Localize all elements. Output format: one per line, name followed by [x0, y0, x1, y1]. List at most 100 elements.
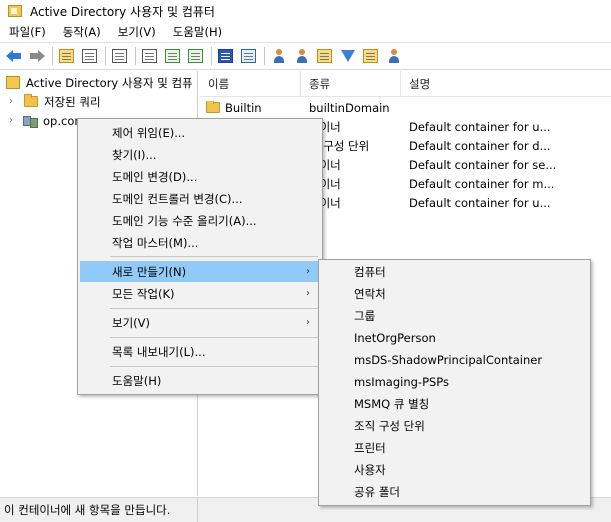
- title-bar: Active Directory 사용자 및 컴퓨터: [0, 0, 611, 22]
- menu-item-change-dc[interactable]: 도메인 컨트롤러 변경(C)...: [80, 188, 320, 209]
- menu-item-label: 찾기(I)...: [112, 147, 157, 162]
- submenu-item-label: msDS-ShadowPrincipalContainer: [354, 353, 543, 367]
- new-ou-button[interactable]: [315, 47, 334, 66]
- column-type[interactable]: 종류: [301, 71, 401, 97]
- menu-item-label: 보기(V): [112, 315, 150, 330]
- back-button[interactable]: [4, 47, 23, 66]
- up-button[interactable]: [57, 47, 76, 66]
- submenu-item-msmq-alias[interactable]: MSMQ 큐 별칭: [321, 393, 588, 415]
- menu-item-label: 목록 내보내기(L)...: [112, 344, 206, 359]
- menu-help[interactable]: 도움말(H): [164, 24, 230, 40]
- new-user-button[interactable]: [269, 47, 288, 66]
- submenu-item-computer[interactable]: 컴퓨터: [321, 261, 588, 283]
- menu-item-view[interactable]: 보기(V) ›: [80, 312, 320, 333]
- copy-button[interactable]: [110, 47, 129, 66]
- up-icon: [59, 49, 74, 63]
- help-button[interactable]: [216, 47, 235, 66]
- copy-icon: [112, 49, 127, 63]
- menu-item-label: 도메인 컨트롤러 변경(C)...: [112, 191, 243, 206]
- column-name[interactable]: 이름: [200, 71, 301, 97]
- properties-button[interactable]: [140, 47, 159, 66]
- submenu-item-label: 공유 폴더: [354, 485, 400, 499]
- tree-item-saved-queries[interactable]: › 저장된 쿼리: [6, 92, 101, 111]
- forward-button[interactable]: [27, 47, 46, 66]
- submenu-item-shadow-principal-container[interactable]: msDS-ShadowPrincipalContainer: [321, 349, 588, 371]
- submenu-item-group[interactable]: 그룹: [321, 305, 588, 327]
- menu-item-operations-masters[interactable]: 작업 마스터(M)...: [80, 232, 320, 253]
- submenu-item-ou[interactable]: 조직 구성 단위: [321, 415, 588, 437]
- submenu-item-shared-folder[interactable]: 공유 폴더: [321, 481, 588, 503]
- menu-item-raise-functional-level[interactable]: 도메인 기능 수준 올리기(A)...: [80, 210, 320, 231]
- domain-icon: [22, 115, 38, 128]
- menu-action[interactable]: 동작(A): [54, 24, 109, 40]
- window-title: Active Directory 사용자 및 컴퓨터: [30, 4, 215, 19]
- toolbar-separator: [211, 47, 212, 65]
- back-icon: [5, 50, 22, 62]
- tree-icon: [82, 49, 97, 63]
- status-text: 이 컨테이너에 새 항목을 만듭니다.: [4, 497, 198, 522]
- menu-item-export-list[interactable]: 목록 내보내기(L)...: [80, 341, 320, 362]
- submenu-item-msimaging-psps[interactable]: msImaging-PSPs: [321, 371, 588, 393]
- forward-icon: [29, 50, 45, 62]
- menu-item-label: 작업 마스터(M)...: [112, 235, 199, 250]
- tree-item-domain[interactable]: › op.com: [6, 111, 86, 130]
- menu-item-all-tasks[interactable]: 모든 작업(K) ›: [80, 283, 320, 304]
- submenu-item-label: MSMQ 큐 별칭: [354, 397, 430, 411]
- find-icon: [363, 49, 378, 63]
- toolbar-separator: [105, 47, 106, 65]
- menu-item-find[interactable]: 찾기(I)...: [80, 144, 320, 165]
- menu-item-label: 제어 위임(E)...: [112, 125, 186, 140]
- export-icon: [188, 49, 203, 63]
- list-item[interactable]: Builtin builtinDomain: [200, 98, 611, 117]
- context-menu: 제어 위임(E)... 찾기(I)... 도메인 변경(D)... 도메인 컨트…: [77, 118, 323, 395]
- submenu-item-user[interactable]: 사용자: [321, 459, 588, 481]
- tree-item-label: 저장된 쿼리: [44, 94, 101, 109]
- menu-item-delegate-control[interactable]: 제어 위임(E)...: [80, 122, 320, 143]
- chevron-right-icon: ›: [306, 317, 310, 328]
- item-description: Default container for u...: [409, 195, 551, 210]
- chevron-right-icon[interactable]: ›: [6, 96, 16, 107]
- menu-item-label: 도움말(H): [112, 373, 162, 388]
- users-icon: [272, 48, 286, 64]
- export-button[interactable]: [186, 47, 205, 66]
- find-button[interactable]: [361, 47, 380, 66]
- delegate-icon: [387, 48, 401, 64]
- filter-button[interactable]: [338, 47, 357, 66]
- folder-icon: [8, 5, 22, 17]
- submenu-item-label: 컴퓨터: [354, 265, 386, 279]
- menu-item-label: 도메인 기능 수준 올리기(A)...: [112, 213, 257, 228]
- list-header: 이름 종류 설명: [200, 71, 611, 97]
- menu-item-new[interactable]: 새로 만들기(N) ›: [80, 261, 320, 282]
- folder-icon: [24, 94, 38, 107]
- new-group-button[interactable]: [292, 47, 311, 66]
- menu-item-change-domain[interactable]: 도메인 변경(D)...: [80, 166, 320, 187]
- menu-separator: [110, 337, 318, 338]
- chevron-right-icon[interactable]: ›: [6, 115, 16, 126]
- column-description[interactable]: 설명: [401, 71, 611, 97]
- item-description: Default container for u...: [409, 119, 551, 134]
- menu-bar: 파일(F) 동작(A) 보기(V) 도움말(H): [0, 22, 611, 42]
- folder-icon: [206, 100, 220, 113]
- tree-root[interactable]: Active Directory 사용자 및 컴퓨: [6, 73, 193, 92]
- item-type: builtinDomain: [309, 100, 390, 115]
- show-tree-button[interactable]: [80, 47, 99, 66]
- ou-icon: [317, 49, 332, 63]
- refresh-button[interactable]: [163, 47, 182, 66]
- submenu-item-inetorgperson[interactable]: InetOrgPerson: [321, 327, 588, 349]
- menu-item-help[interactable]: 도움말(H): [80, 370, 320, 391]
- menu-separator: [110, 366, 318, 367]
- toolbar: [0, 42, 611, 70]
- submenu-item-printer[interactable]: 프린터: [321, 437, 588, 459]
- submenu-item-label: 사용자: [354, 463, 386, 477]
- view-button[interactable]: [239, 47, 258, 66]
- view-icon: [241, 49, 256, 63]
- delegate-button[interactable]: [384, 47, 403, 66]
- submenu-item-contact[interactable]: 연락처: [321, 283, 588, 305]
- submenu-item-label: 연락처: [354, 287, 386, 301]
- tree-root-label: Active Directory 사용자 및 컴퓨: [26, 75, 193, 90]
- menu-file[interactable]: 파일(F): [0, 24, 54, 40]
- menu-view[interactable]: 보기(V): [109, 24, 164, 40]
- menu-item-label: 도메인 변경(D)...: [112, 169, 198, 184]
- submenu-item-label: InetOrgPerson: [354, 331, 436, 345]
- toolbar-separator: [264, 47, 265, 65]
